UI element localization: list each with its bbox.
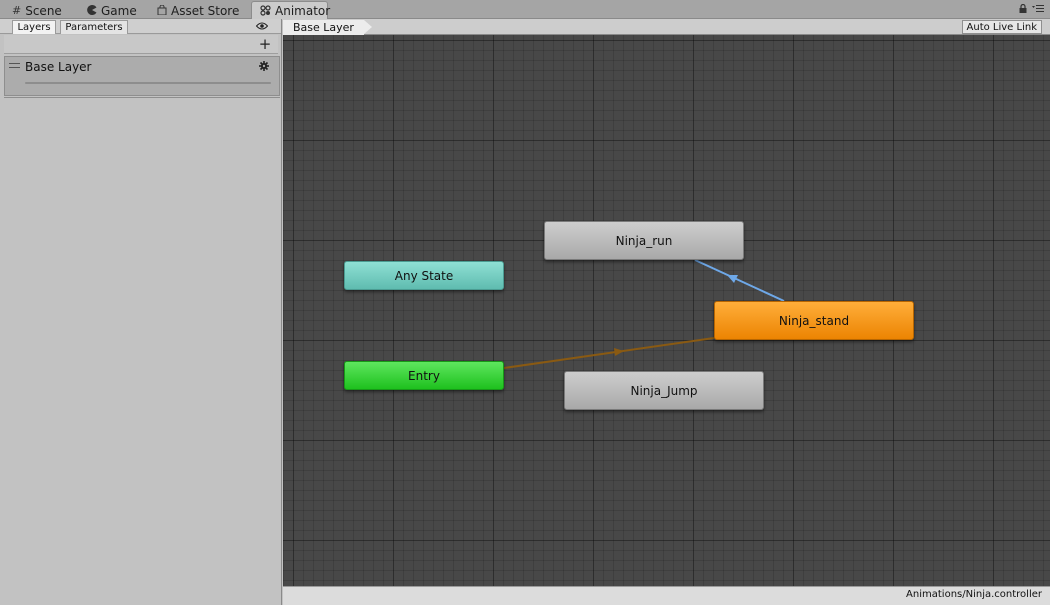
state-ninja-run[interactable]: Ninja_run — [544, 221, 744, 260]
transition-entry-to-stand[interactable] — [503, 337, 715, 369]
tab-parameters-label: Parameters — [65, 22, 123, 33]
tab-animator-label: Animator — [275, 4, 331, 18]
graph-header: Base Layer Auto Live Link — [283, 19, 1050, 35]
add-layer-button[interactable]: + — [258, 35, 272, 53]
pacman-icon — [87, 4, 97, 17]
state-ninja-stand-label: Ninja_stand — [778, 313, 850, 328]
breadcrumb[interactable]: Base Layer — [283, 19, 372, 35]
lock-icon[interactable] — [1019, 3, 1027, 16]
controller-path: Animations/Ninja.controller — [906, 589, 1042, 600]
drag-handle-icon[interactable] — [9, 63, 20, 68]
eye-icon[interactable] — [255, 20, 269, 32]
layer-item-base-layer[interactable]: Base Layer — [4, 56, 280, 96]
tab-asset-store[interactable]: Asset Store — [149, 2, 247, 19]
state-ninja-jump-label: Ninja_Jump — [630, 383, 698, 398]
tab-game[interactable]: Game — [79, 2, 145, 19]
tab-scene-label: Scene — [25, 3, 62, 18]
transitions-layer — [503, 259, 785, 369]
menu-icon[interactable] — [1032, 3, 1044, 16]
tab-scene[interactable]: # Scene — [4, 2, 70, 19]
shopping-bag-icon — [157, 4, 167, 17]
state-ninja-run-label: Ninja_run — [615, 233, 673, 248]
editor-tab-bar: # Scene Game Asset Store Animator — [0, 0, 1050, 20]
divider — [4, 97, 280, 98]
state-any-state[interactable]: Any State — [344, 261, 504, 290]
tab-asset-store-label: Asset Store — [171, 3, 240, 18]
breadcrumb-base-layer[interactable]: Base Layer — [283, 19, 372, 35]
layers-panel: Layers Parameters + Base Layer — [0, 19, 282, 605]
grid-icon: # — [12, 4, 22, 17]
tab-layers[interactable]: Layers — [12, 20, 56, 34]
state-any-state-label: Any State — [394, 268, 454, 283]
animator-icon — [260, 4, 271, 18]
layers-toolbar: + — [4, 35, 278, 54]
layer-name: Base Layer — [25, 60, 92, 74]
state-entry[interactable]: Entry — [344, 361, 504, 390]
layer-weight-bar — [25, 82, 271, 84]
tab-game-label: Game — [101, 3, 137, 18]
auto-live-link-toggle[interactable]: Auto Live Link — [961, 20, 1042, 34]
tabbar-right-controls — [1019, 3, 1044, 16]
tab-parameters[interactable]: Parameters — [60, 20, 128, 34]
state-machine-graph[interactable]: Any State Entry Ninja_run Ninja_stand Ni… — [283, 35, 1050, 586]
status-bar: Animations/Ninja.controller — [283, 586, 1050, 605]
tab-layers-label: Layers — [17, 22, 51, 33]
panel-tab-strip: Layers Parameters — [0, 19, 281, 34]
state-entry-label: Entry — [408, 368, 440, 383]
transition-stand-to-run[interactable] — [694, 259, 785, 302]
state-ninja-stand[interactable]: Ninja_stand — [714, 301, 914, 340]
tab-animator[interactable]: Animator — [251, 1, 331, 20]
state-ninja-jump[interactable]: Ninja_Jump — [564, 371, 764, 410]
gear-icon[interactable] — [259, 61, 269, 73]
